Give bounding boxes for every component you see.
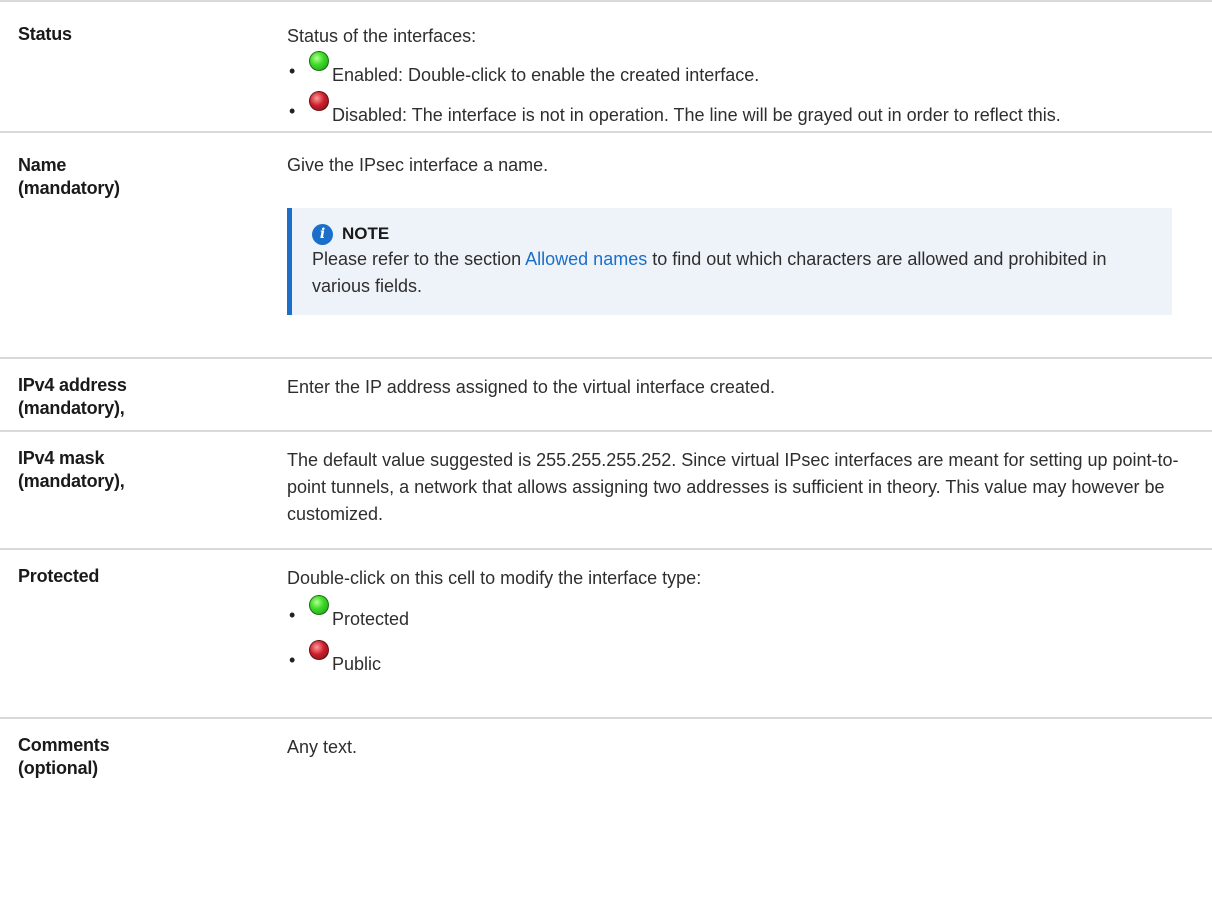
table-row-ipv4-mask: IPv4 mask (mandatory), The default value… bbox=[0, 430, 1212, 548]
table-row-comments: Comments (optional) Any text. bbox=[0, 717, 1212, 797]
note-text: Please refer to the section bbox=[312, 249, 526, 269]
list-item-text: Public bbox=[332, 654, 382, 674]
row-label: IPv4 address (mandatory), bbox=[0, 359, 287, 430]
row-label: Protected bbox=[0, 550, 287, 717]
row-description: Status of the interfaces: • Enabled: Dou… bbox=[287, 2, 1212, 131]
note-title-text: NOTE bbox=[342, 224, 390, 243]
row-text: Enter the IP address assigned to the vir… bbox=[287, 377, 775, 397]
row-label-qualifier: (mandatory) bbox=[18, 178, 120, 198]
row-description: Double-click on this cell to modify the … bbox=[287, 550, 1212, 717]
list-item-text: Protected bbox=[332, 609, 410, 629]
bullet: • bbox=[289, 61, 296, 81]
note-body: Please refer to the section Allowed name… bbox=[312, 246, 1152, 300]
bullet: • bbox=[289, 101, 296, 121]
row-label-qualifier: (mandatory), bbox=[18, 398, 125, 418]
row-label: Comments (optional) bbox=[0, 719, 287, 797]
row-intro-text: Status of the interfaces: bbox=[287, 26, 477, 46]
bullet: • bbox=[289, 605, 296, 625]
interface-type-list: • Protected • Public bbox=[287, 595, 1192, 678]
row-text: Any text. bbox=[287, 737, 358, 757]
red-status-icon bbox=[309, 91, 329, 111]
table-row-ipv4-address: IPv4 address (mandatory), Enter the IP a… bbox=[0, 357, 1212, 430]
row-label-text: Name bbox=[18, 155, 67, 175]
row-label-text: IPv4 mask bbox=[18, 448, 105, 468]
info-icon: i bbox=[312, 223, 333, 245]
row-label-text: IPv4 address bbox=[18, 375, 127, 395]
row-label-text: Comments bbox=[18, 735, 110, 755]
list-item: • Enabled: Double-click to enable the cr… bbox=[287, 51, 1192, 89]
row-description: The default value suggested is 255.255.2… bbox=[287, 432, 1212, 548]
parameters-table: Status Status of the interfaces: • Enabl… bbox=[0, 0, 1212, 797]
row-text: Give the IPsec interface a name. bbox=[287, 155, 549, 175]
table-row-name: Name (mandatory) Give the IPsec interfac… bbox=[0, 131, 1212, 357]
list-item-text: Disabled: The interface is not in operat… bbox=[332, 105, 1061, 125]
row-label: Status bbox=[0, 2, 287, 131]
row-intro-text: Double-click on this cell to modify the … bbox=[287, 568, 702, 588]
list-item: • Public bbox=[287, 640, 1192, 678]
note-title: i NOTE bbox=[312, 222, 1152, 246]
row-label-qualifier: (optional) bbox=[18, 758, 98, 778]
list-item: • Protected bbox=[287, 595, 1192, 633]
list-item-text: Enabled: Double-click to enable the crea… bbox=[332, 65, 760, 85]
red-status-icon bbox=[309, 640, 329, 660]
row-description: Any text. bbox=[287, 719, 1212, 797]
row-label: Name (mandatory) bbox=[0, 133, 287, 357]
allowed-names-link[interactable]: Allowed names bbox=[525, 249, 647, 269]
row-label: IPv4 mask (mandatory), bbox=[0, 432, 287, 548]
row-description: Give the IPsec interface a name. i NOTE … bbox=[287, 133, 1212, 357]
bullet: • bbox=[289, 650, 296, 670]
green-status-icon bbox=[309, 595, 329, 615]
note-box: i NOTE Please refer to the section Allow… bbox=[287, 208, 1172, 315]
row-label-qualifier: (mandatory), bbox=[18, 471, 125, 491]
table-row-protected: Protected Double-click on this cell to m… bbox=[0, 548, 1212, 717]
list-item: • Disabled: The interface is not in oper… bbox=[287, 91, 1192, 129]
green-status-icon bbox=[309, 51, 329, 71]
row-label-text: Protected bbox=[18, 566, 100, 586]
table-row-status: Status Status of the interfaces: • Enabl… bbox=[0, 0, 1212, 131]
row-label-text: Status bbox=[18, 24, 72, 44]
status-options-list: • Enabled: Double-click to enable the cr… bbox=[287, 51, 1192, 129]
row-description: Enter the IP address assigned to the vir… bbox=[287, 359, 1212, 430]
row-text: The default value suggested is 255.255.2… bbox=[287, 450, 1179, 524]
